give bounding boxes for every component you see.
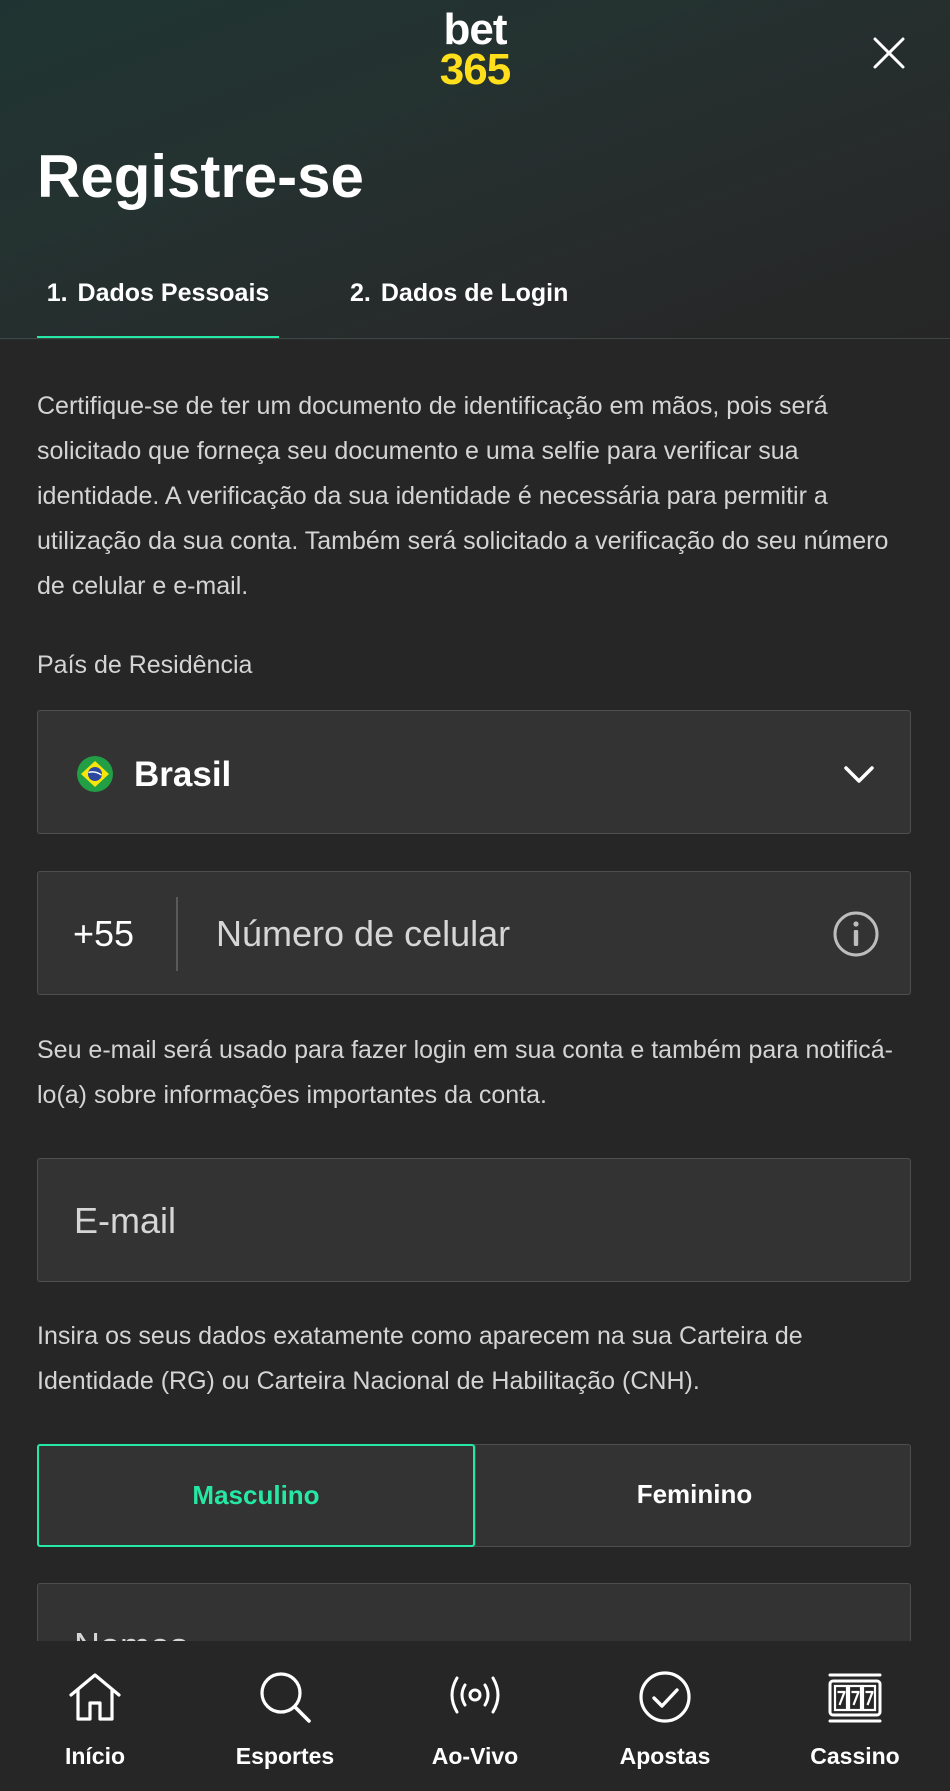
phone-info-button[interactable] bbox=[832, 910, 880, 958]
info-icon bbox=[833, 911, 879, 957]
gender-female-button[interactable]: Feminino bbox=[475, 1444, 913, 1547]
nav-item-ao-vivo[interactable]: Ao-Vivo bbox=[380, 1641, 570, 1791]
live-broadcast-icon bbox=[450, 1676, 500, 1714]
tab-login-data[interactable]: 2. Dados de Login bbox=[350, 278, 590, 338]
nav-item-apostas[interactable]: Apostas bbox=[570, 1641, 760, 1791]
nav-label: Cassino bbox=[810, 1743, 900, 1769]
id-data-notice: Insira os seus dados exatamente como apa… bbox=[37, 1322, 803, 1395]
country-label: País de Residência bbox=[37, 651, 253, 679]
tab-number: 2. bbox=[350, 279, 371, 307]
selected-country: Brasil bbox=[134, 755, 232, 794]
nav-item-cassino[interactable]: Cassino bbox=[760, 1641, 950, 1791]
check-circle-icon bbox=[639, 1671, 691, 1723]
logo-bet-text: bet bbox=[443, 5, 508, 54]
registration-steps-tabs: 1. Dados Pessoais 2. Dados de Login bbox=[0, 270, 950, 339]
page-title: Registre-se bbox=[37, 143, 364, 210]
country-code-prefix[interactable]: +55 bbox=[73, 914, 134, 954]
tab-number: 1. bbox=[46, 279, 68, 307]
tab-label: Dados de Login bbox=[380, 279, 569, 307]
phone-number-input[interactable] bbox=[216, 910, 776, 958]
nav-label: Início bbox=[64, 1743, 126, 1769]
slot-machine-icon bbox=[828, 1673, 882, 1723]
nav-item-esportes[interactable]: Esportes bbox=[190, 1641, 380, 1791]
gender-selector: Masculino Feminino bbox=[37, 1444, 911, 1547]
brazil-flag-icon bbox=[77, 756, 113, 792]
email-usage-notice: Seu e-mail será usado para fazer login e… bbox=[37, 1036, 894, 1109]
phone-field: +55 bbox=[37, 871, 911, 995]
prefix-divider bbox=[176, 897, 178, 971]
email-field bbox=[37, 1158, 911, 1282]
identity-document-notice: Certifique-se de ter um documento de ide… bbox=[37, 392, 889, 600]
bet365-logo: bet 365 bbox=[0, 5, 950, 94]
tab-label: Dados Pessoais bbox=[77, 279, 270, 307]
home-icon bbox=[69, 1673, 121, 1721]
nav-label: Esportes bbox=[235, 1743, 335, 1769]
nav-label: Apostas bbox=[619, 1743, 711, 1769]
chevron-down-icon bbox=[844, 766, 874, 783]
tab-personal-data[interactable]: 1. Dados Pessoais bbox=[37, 278, 279, 338]
close-icon bbox=[873, 37, 905, 69]
close-button[interactable] bbox=[870, 34, 908, 72]
logo-365-text: 365 bbox=[439, 45, 511, 94]
nav-label: Ao-Vivo bbox=[431, 1743, 519, 1769]
bottom-navigation: Início Esportes Ao-Vivo Apostas Cassino bbox=[0, 1641, 950, 1791]
search-icon bbox=[260, 1672, 311, 1723]
nav-item-inicio[interactable]: Início bbox=[0, 1641, 190, 1791]
gender-male-button[interactable]: Masculino bbox=[37, 1444, 475, 1547]
email-input[interactable] bbox=[74, 1197, 874, 1245]
country-select[interactable]: Brasil bbox=[37, 710, 911, 834]
